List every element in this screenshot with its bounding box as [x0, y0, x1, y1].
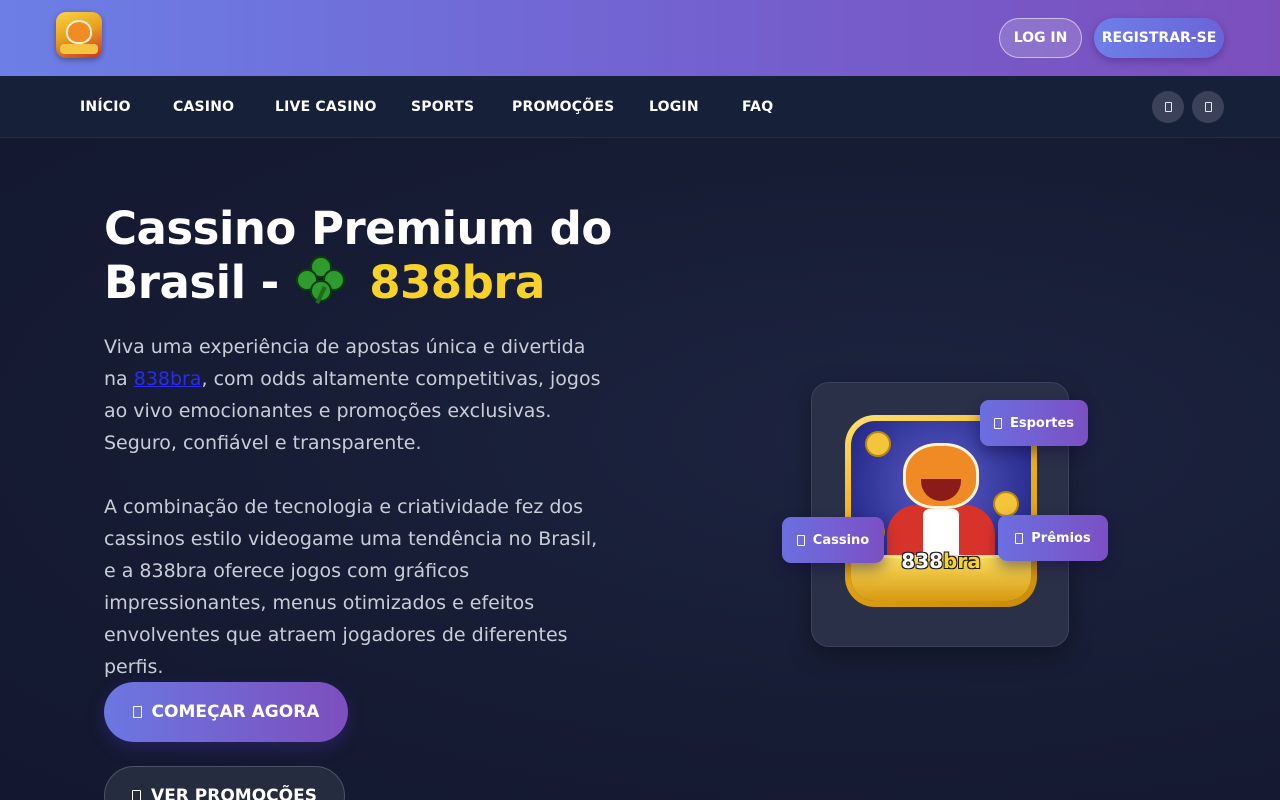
- menu-icon[interactable]: [1152, 91, 1184, 123]
- start-now-label: COMEÇAR AGORA: [151, 702, 320, 722]
- trophy-icon: [1015, 532, 1024, 544]
- badge-cassino[interactable]: Cassino: [782, 517, 884, 563]
- hero-title-brand: 838bra: [369, 256, 545, 309]
- nav-item-casino[interactable]: CASINO: [173, 76, 234, 138]
- logo-base: [60, 44, 98, 54]
- main-nav: INÍCIO CASINO LIVE CASINO SPORTS PROMOÇÕ…: [0, 76, 1280, 138]
- hero-title-part2: Brasil -: [104, 256, 279, 309]
- badge-premios[interactable]: Prêmios: [998, 515, 1108, 561]
- badge-premios-label: Prêmios: [1031, 530, 1091, 546]
- gift-icon: [132, 790, 142, 800]
- game-label-main: 838: [901, 549, 944, 573]
- hero-paragraph-1: Viva uma experiência de apostas única e …: [104, 331, 614, 459]
- coin-icon: [865, 431, 891, 457]
- nav-item-live-casino[interactable]: LIVE CASINO: [275, 76, 377, 138]
- user-icon[interactable]: [1192, 91, 1224, 123]
- rocket-icon: [132, 706, 142, 718]
- badge-esportes[interactable]: Esportes: [980, 400, 1088, 446]
- nav-item-login[interactable]: LOGIN: [649, 76, 699, 138]
- site-logo[interactable]: [56, 12, 102, 58]
- top-bar: LOG IN REGISTRAR-SE: [0, 0, 1280, 76]
- game-thumbnail-art: 838bra: [851, 421, 1031, 601]
- user-glyph: [1204, 102, 1212, 112]
- register-button[interactable]: REGISTRAR-SE: [1094, 18, 1224, 58]
- tiger-logo-icon: [66, 20, 92, 44]
- badge-cassino-label: Cassino: [812, 532, 870, 548]
- view-promotions-label: VER PROMOÇÕES: [151, 786, 317, 800]
- badge-esportes-label: Esportes: [1009, 415, 1075, 431]
- hero-title: Cassino Premium do Brasil - 838bra: [104, 202, 664, 310]
- nav-item-promocoes[interactable]: PROMOÇÕES: [512, 76, 614, 138]
- start-now-button[interactable]: COMEÇAR AGORA: [104, 682, 348, 742]
- brand-link[interactable]: 838bra: [134, 368, 202, 390]
- nav-item-sports[interactable]: SPORTS: [411, 76, 474, 138]
- casino-icon: [796, 534, 805, 546]
- coin-icon: [993, 491, 1019, 517]
- nav-item-faq[interactable]: FAQ: [742, 76, 773, 138]
- game-label-accent: bra: [943, 549, 981, 573]
- menu-glyph: [1164, 102, 1172, 112]
- nav-item-inicio[interactable]: INÍCIO: [80, 76, 131, 138]
- login-button[interactable]: LOG IN: [999, 18, 1082, 58]
- view-promotions-button[interactable]: VER PROMOÇÕES: [104, 766, 345, 800]
- hero-title-part1: Cassino Premium do: [104, 202, 612, 255]
- sports-icon: [993, 417, 1002, 429]
- hero-paragraph-2: A combinação de tecnologia e criatividad…: [104, 496, 598, 678]
- clover-icon: [296, 256, 346, 306]
